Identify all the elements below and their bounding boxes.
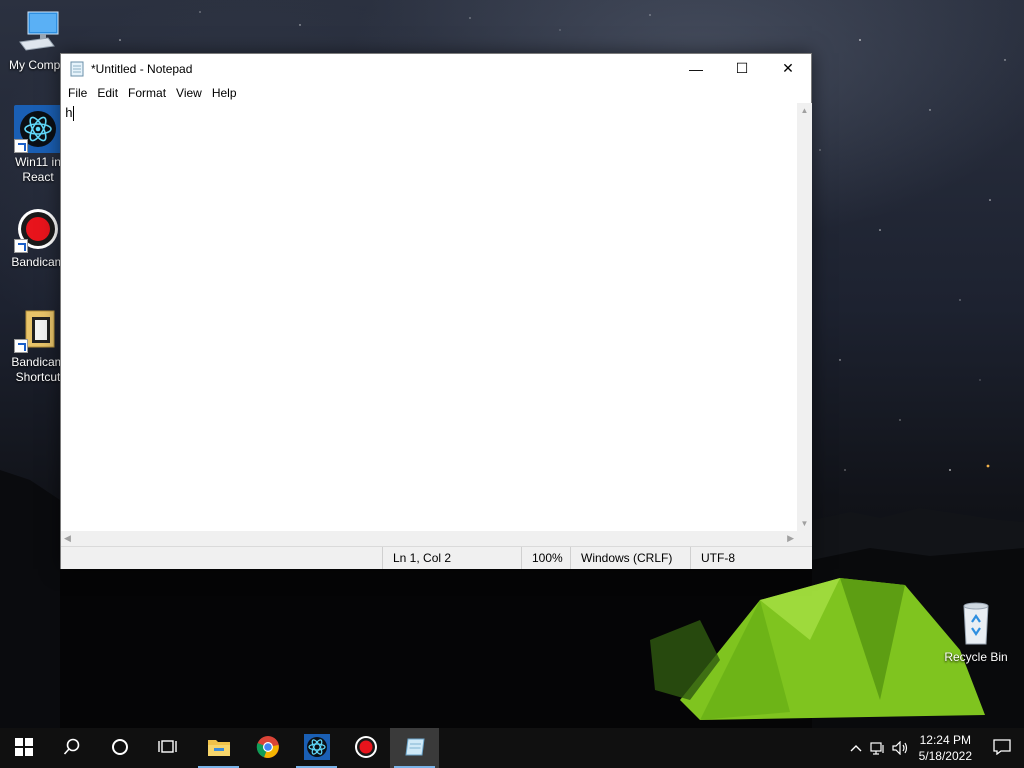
notepad-icon: [403, 735, 427, 762]
windows-logo-icon: [15, 737, 33, 759]
cortana-button[interactable]: [96, 728, 144, 768]
chrome-icon: [256, 735, 280, 762]
taskbar-react-app[interactable]: [292, 728, 341, 768]
start-button[interactable]: [0, 728, 48, 768]
menu-edit[interactable]: Edit: [92, 86, 123, 100]
notepad-window: *Untitled - Notepad — ☐ ✕ File Edit Form…: [60, 53, 812, 569]
status-line-ending: Windows (CRLF): [570, 547, 672, 569]
file-explorer-icon: [207, 737, 231, 760]
clock[interactable]: 12:24 PM 5/18/2022: [911, 732, 980, 764]
taskbar-chrome[interactable]: [243, 728, 292, 768]
shortcut-arrow-icon: [14, 139, 28, 153]
status-bar: Ln 1, Col 2 100% Windows (CRLF) UTF-8: [61, 546, 812, 569]
recycle-bin-icon: [952, 600, 1000, 648]
horizontal-scrollbar[interactable]: ◀ ▶: [61, 531, 797, 546]
taskbar-bandicam[interactable]: [341, 728, 390, 768]
search-button[interactable]: [48, 728, 96, 768]
menu-file[interactable]: File: [63, 86, 92, 100]
close-button[interactable]: ✕: [765, 54, 811, 83]
status-position: Ln 1, Col 2: [382, 547, 451, 569]
search-icon: [63, 738, 81, 759]
react-icon: [14, 105, 62, 153]
show-hidden-icons-chevron-up-icon[interactable]: [845, 728, 867, 768]
cortana-icon: [111, 738, 129, 759]
menu-bar: File Edit Format View Help: [61, 83, 811, 103]
task-view-icon: [158, 738, 178, 759]
shortcut-arrow-icon: [14, 339, 28, 353]
clock-date: 5/18/2022: [918, 749, 972, 763]
window-title: *Untitled - Notepad: [91, 61, 193, 76]
bandicam-icon: [354, 735, 378, 762]
network-icon[interactable]: [867, 728, 889, 768]
action-center-button[interactable]: [980, 728, 1024, 768]
text-editor[interactable]: h: [61, 103, 797, 531]
maximize-button[interactable]: ☐: [719, 54, 765, 83]
recycle-bin-label: Recycle Bin: [944, 650, 1008, 664]
volume-icon[interactable]: [889, 728, 911, 768]
editor-text: h: [65, 106, 73, 121]
bandicam-icon: [14, 205, 62, 253]
status-encoding: UTF-8: [690, 547, 735, 569]
taskbar-notepad[interactable]: [390, 728, 439, 768]
scroll-right-icon[interactable]: ▶: [787, 533, 794, 544]
desktop-icon-recycle-bin[interactable]: Recycle Bin: [940, 600, 1012, 664]
status-zoom: 100%: [521, 547, 563, 569]
react-icon: [303, 733, 330, 763]
notification-icon: [993, 738, 1011, 758]
menu-view[interactable]: View: [171, 86, 207, 100]
folder-icon: [14, 305, 62, 353]
scroll-down-icon[interactable]: ▼: [797, 516, 812, 531]
menu-format[interactable]: Format: [123, 86, 171, 100]
taskbar-file-explorer[interactable]: [194, 728, 243, 768]
menu-help[interactable]: Help: [207, 86, 242, 100]
computer-icon: [14, 8, 62, 56]
task-view-button[interactable]: [144, 728, 192, 768]
text-caret: [72, 106, 74, 122]
scrollbar-corner: [797, 531, 812, 546]
shortcut-arrow-icon: [14, 239, 28, 253]
scroll-left-icon[interactable]: ◀: [64, 533, 71, 544]
system-tray: 12:24 PM 5/18/2022: [845, 728, 1024, 768]
title-bar[interactable]: *Untitled - Notepad — ☐ ✕: [61, 54, 811, 83]
vertical-scrollbar[interactable]: ▲ ▼: [797, 103, 812, 531]
clock-time: 12:24 PM: [919, 733, 971, 747]
minimize-button[interactable]: —: [673, 54, 719, 83]
notepad-icon: [69, 61, 85, 77]
taskbar: 12:24 PM 5/18/2022: [0, 728, 1024, 768]
scroll-up-icon[interactable]: ▲: [797, 103, 812, 118]
